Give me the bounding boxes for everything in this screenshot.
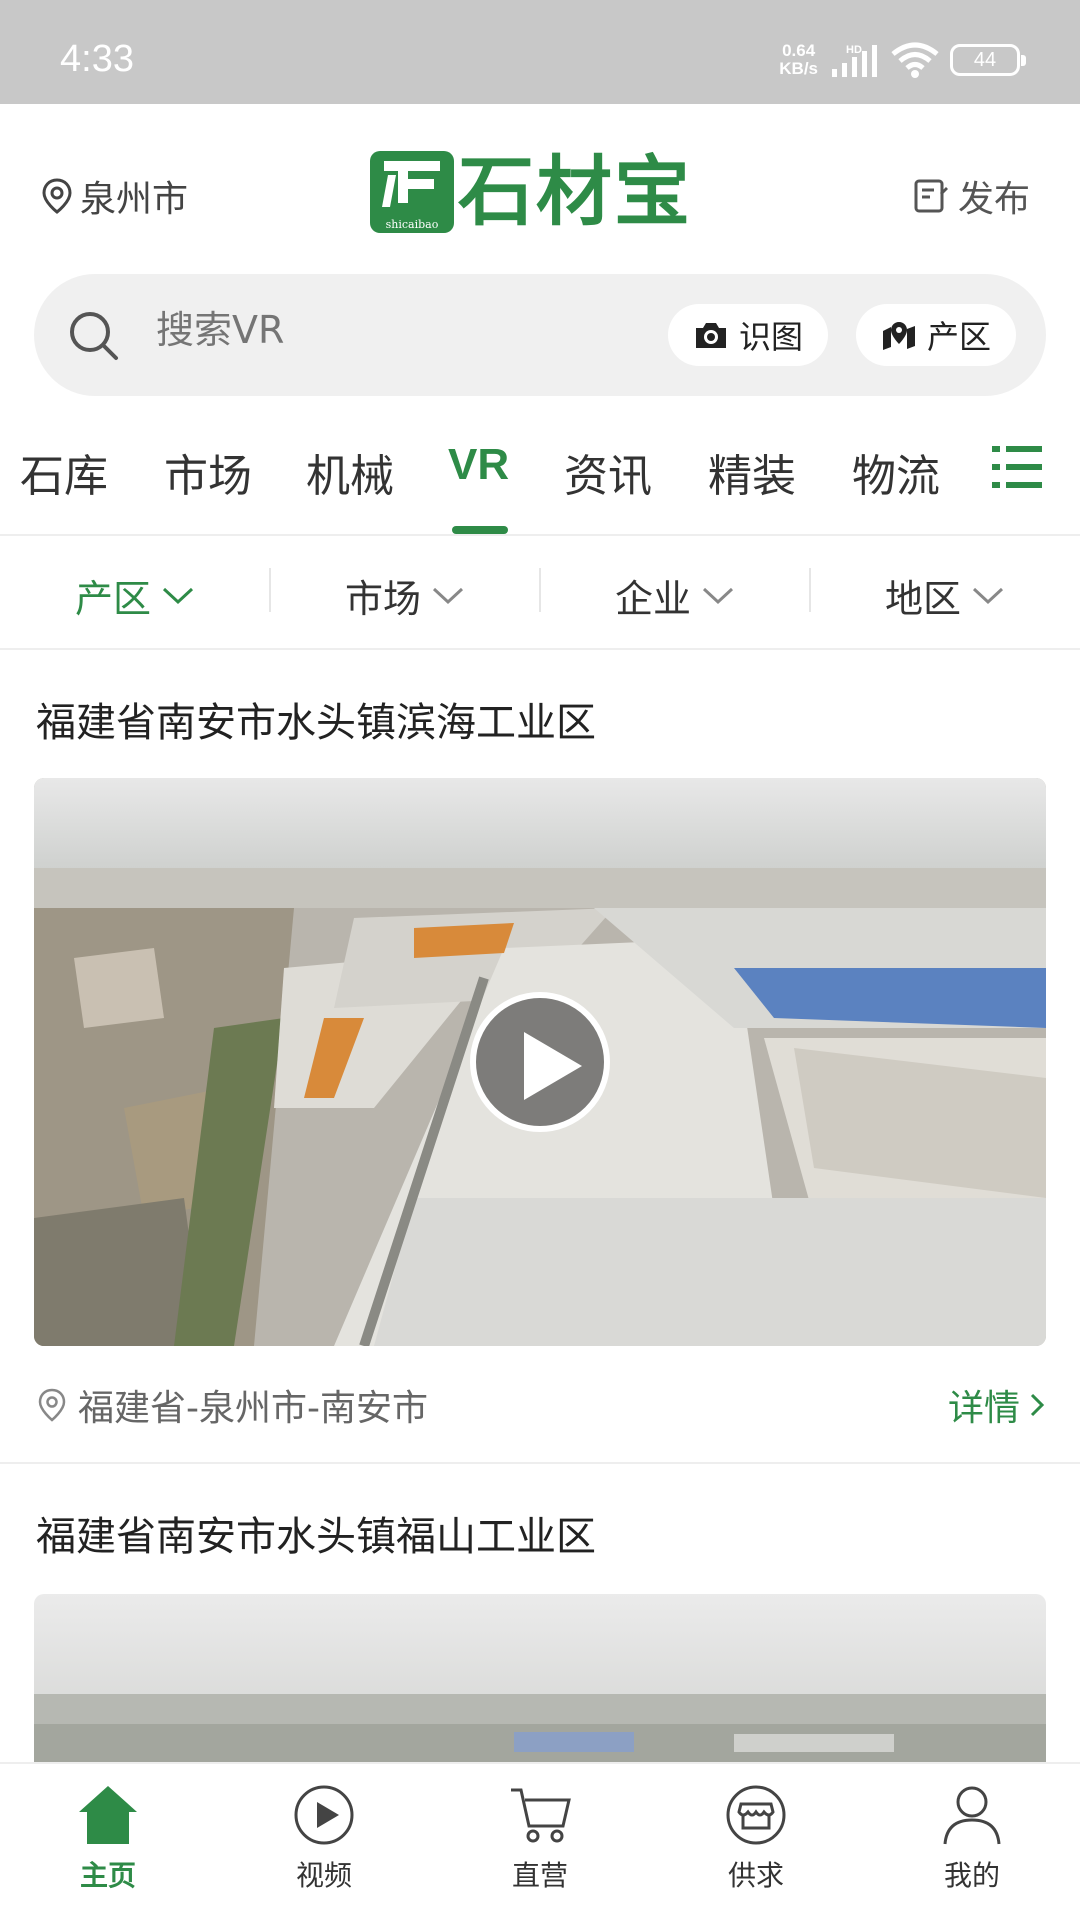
vr-card-title[interactable]: 福建省南安市水头镇滨海工业区: [36, 690, 596, 748]
nav-profile[interactable]: 我的: [864, 1782, 1080, 1894]
region-label: 产区: [926, 318, 991, 356]
filter-area[interactable]: 地区: [810, 568, 1080, 623]
vr-card-location-text: 福建省-泉州市-南安市: [78, 1388, 428, 1429]
shopping-cart-icon: [511, 1788, 571, 1843]
logo-mark: shicaibao: [370, 151, 454, 233]
tab-stone-library[interactable]: 石库: [20, 440, 108, 504]
location-label: 泉州市: [80, 179, 189, 220]
filter-company[interactable]: 企业: [540, 568, 810, 623]
tab-machinery[interactable]: 机械: [306, 440, 394, 504]
filter-region-label: 产区: [74, 577, 151, 621]
user-icon: [943, 1786, 1001, 1845]
vr-card-meta: 福建省-泉州市-南安市 详情: [36, 1380, 1046, 1430]
logo-subtext: shicaibao: [385, 218, 439, 231]
nav-supply-demand[interactable]: 供求: [648, 1782, 864, 1894]
nav-video-label: 视频: [295, 1859, 352, 1892]
status-bar: 4:33 0.64 KB/s HD 44: [0, 0, 1080, 104]
bottom-navigation: 主页 视频 直营 供求 我的: [0, 1762, 1080, 1920]
store-circle-icon: [726, 1785, 786, 1845]
detail-link[interactable]: 详情: [948, 1379, 1046, 1431]
nav-direct-sale[interactable]: 直营: [432, 1782, 648, 1894]
nav-supply-demand-label: 供求: [727, 1859, 784, 1892]
battery-indicator: 44: [950, 44, 1026, 76]
tab-news[interactable]: 资讯: [564, 440, 652, 504]
filter-bar: 产区 市场 企业 地区: [0, 536, 1080, 650]
signal-icon: HD: [832, 44, 877, 77]
card-separator: [0, 1462, 1080, 1464]
image-search-label: 识图: [738, 318, 803, 356]
edit-document-icon: [914, 179, 948, 213]
logo-glyph-icon: [382, 161, 440, 207]
chevron-right-icon: [1030, 1393, 1045, 1417]
status-time: 4:33: [60, 38, 134, 80]
app-logo: shicaibao 石材宝: [370, 150, 692, 234]
location-pin-icon: [38, 1388, 66, 1422]
map-pin-icon: [882, 322, 915, 350]
nav-profile-label: 我的: [943, 1859, 1000, 1892]
chevron-down-icon: [972, 587, 1004, 604]
tab-finishing[interactable]: 精装: [708, 440, 796, 504]
play-button[interactable]: [470, 992, 610, 1132]
location-pin-icon: [42, 178, 72, 214]
filter-region[interactable]: 产区: [0, 568, 270, 623]
filter-market-label: 市场: [344, 577, 421, 621]
vr-card-thumbnail[interactable]: [34, 778, 1046, 1346]
wifi-icon: [891, 42, 939, 78]
filter-market[interactable]: 市场: [270, 568, 540, 623]
location-selector[interactable]: 泉州市: [40, 170, 188, 222]
camera-icon: [695, 323, 726, 348]
menu-list-icon[interactable]: [990, 440, 1044, 494]
network-speed: 0.64 KB/s: [779, 41, 818, 78]
active-tab-indicator: [452, 526, 508, 534]
chevron-down-icon: [702, 587, 734, 604]
play-icon: [524, 1032, 582, 1100]
aerial-industrial-photo: [34, 1594, 1046, 1762]
logo-text: 石材宝: [458, 147, 692, 236]
vr-card-title[interactable]: 福建省南安市水头镇福山工业区: [36, 1504, 596, 1562]
nav-home[interactable]: 主页: [0, 1782, 216, 1894]
filter-company-label: 企业: [614, 577, 691, 621]
play-circle-icon: [294, 1785, 354, 1845]
vr-card-location: 福建省-泉州市-南安市: [36, 1379, 428, 1431]
search-icon[interactable]: [66, 308, 120, 362]
app-header: 泉州市 shicaibao 石材宝 发布: [0, 104, 1080, 274]
category-tabs: 石库 市场 机械 VR 资讯 精装 物流: [0, 432, 1080, 536]
search-input[interactable]: [156, 308, 556, 352]
publish-button[interactable]: 发布: [912, 170, 1030, 222]
vr-card-thumbnail[interactable]: [34, 1594, 1046, 1762]
filter-area-label: 地区: [884, 577, 961, 621]
nav-home-label: 主页: [79, 1859, 136, 1892]
nav-direct-sale-label: 直营: [511, 1859, 568, 1892]
publish-label: 发布: [957, 179, 1030, 220]
home-icon: [79, 1786, 137, 1844]
tab-market[interactable]: 市场: [164, 440, 252, 504]
tab-logistics[interactable]: 物流: [852, 440, 940, 504]
image-search-button[interactable]: 识图: [668, 304, 828, 366]
region-map-button[interactable]: 产区: [856, 304, 1016, 366]
chevron-down-icon: [162, 587, 194, 604]
status-indicators: 0.64 KB/s HD 44: [779, 41, 1026, 78]
svg-text:HD: HD: [846, 44, 862, 56]
search-bar: 识图 产区: [34, 274, 1046, 396]
tab-vr[interactable]: VR: [448, 440, 509, 490]
nav-video[interactable]: 视频: [216, 1782, 432, 1894]
chevron-down-icon: [432, 587, 464, 604]
detail-label: 详情: [947, 1388, 1020, 1429]
